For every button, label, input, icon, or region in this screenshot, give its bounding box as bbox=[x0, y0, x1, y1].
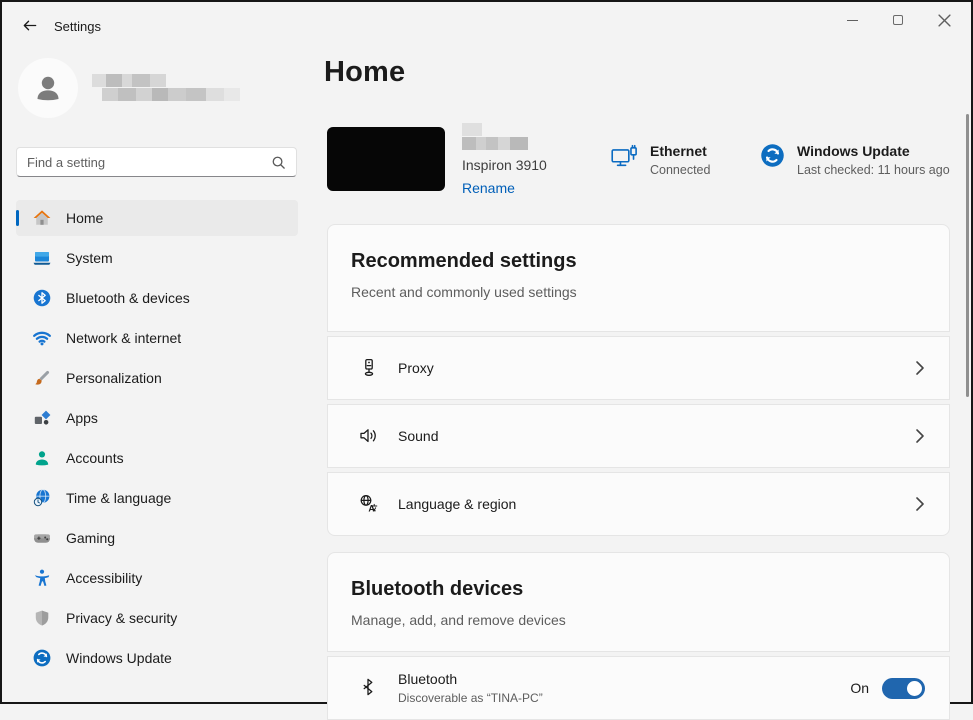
sidebar-item-apps[interactable]: Apps bbox=[16, 400, 298, 436]
sidebar-item-windows-update[interactable]: Windows Update bbox=[16, 640, 298, 676]
device-thumbnail bbox=[327, 127, 445, 191]
accessibility-icon bbox=[32, 568, 52, 588]
page-title: Home bbox=[324, 56, 406, 88]
row-sublabel: Discoverable as “TINA-PC” bbox=[398, 691, 543, 705]
bluetooth-toggle[interactable] bbox=[882, 677, 925, 699]
recommended-settings-card: Recommended settings Recent and commonly… bbox=[327, 224, 950, 332]
back-arrow-icon bbox=[21, 17, 38, 34]
sidebar-item-time-language[interactable]: Time & language bbox=[16, 480, 298, 516]
sidebar-item-accessibility[interactable]: Accessibility bbox=[16, 560, 298, 596]
device-info: Inspiron 3910 Rename bbox=[462, 123, 547, 196]
sidebar-item-accounts[interactable]: Accounts bbox=[16, 440, 298, 476]
sidebar-item-system[interactable]: System bbox=[16, 240, 298, 276]
personalization-icon bbox=[32, 368, 52, 388]
user-profile[interactable] bbox=[18, 58, 240, 118]
status-title: Ethernet bbox=[650, 143, 707, 159]
group-subtitle: Manage, add, and remove devices bbox=[351, 612, 566, 628]
minimize-icon bbox=[846, 19, 858, 21]
sidebar-item-privacy-security[interactable]: Privacy & security bbox=[16, 600, 298, 636]
row-bluetooth[interactable]: Bluetooth Discoverable as “TINA-PC” On bbox=[327, 656, 950, 720]
vertical-scrollbar-thumb[interactable] bbox=[966, 114, 969, 397]
bluetooth-devices-card: Bluetooth devices Manage, add, and remov… bbox=[327, 552, 950, 652]
window-controls bbox=[829, 2, 967, 38]
sidebar-item-gaming[interactable]: Gaming bbox=[16, 520, 298, 556]
row-label: Language & region bbox=[398, 496, 517, 512]
status-subtitle: Last checked: 11 hours ago bbox=[797, 163, 950, 177]
maximize-button[interactable] bbox=[875, 2, 921, 38]
maximize-icon bbox=[893, 15, 903, 25]
chevron-right-icon bbox=[915, 428, 925, 444]
row-label: Proxy bbox=[398, 360, 434, 376]
network-icon bbox=[32, 328, 52, 348]
windows-update-icon bbox=[760, 143, 785, 168]
group-title: Recommended settings bbox=[351, 250, 577, 272]
status-ethernet[interactable]: Ethernet Connected bbox=[610, 143, 710, 177]
ethernet-icon bbox=[610, 143, 638, 173]
apps-icon bbox=[32, 408, 52, 428]
titlebar: Settings bbox=[2, 2, 971, 50]
selection-accent-bar bbox=[16, 210, 19, 226]
privacy-icon bbox=[32, 608, 52, 628]
row-label: Bluetooth bbox=[398, 671, 458, 687]
redacted-user-name bbox=[92, 74, 240, 102]
close-button[interactable] bbox=[921, 2, 967, 38]
search-box bbox=[16, 147, 297, 177]
search-icon bbox=[271, 155, 286, 170]
row-sound[interactable]: Sound bbox=[327, 404, 950, 468]
sound-icon bbox=[358, 425, 380, 447]
sidebar-item-personalization[interactable]: Personalization bbox=[16, 360, 298, 396]
rename-link[interactable]: Rename bbox=[462, 180, 547, 196]
language-region-icon: A bbox=[358, 493, 380, 515]
row-proxy[interactable]: Proxy bbox=[327, 336, 950, 400]
search-input[interactable] bbox=[19, 154, 271, 170]
group-title: Bluetooth devices bbox=[351, 578, 524, 600]
toggle-state-label: On bbox=[850, 680, 869, 696]
bluetooth-icon bbox=[32, 288, 52, 308]
home-icon bbox=[32, 208, 52, 228]
back-button[interactable] bbox=[12, 10, 46, 40]
status-windows-update[interactable]: Windows Update Last checked: 11 hours ag… bbox=[760, 143, 950, 177]
row-label: Sound bbox=[398, 428, 439, 444]
group-subtitle: Recent and commonly used settings bbox=[351, 284, 577, 300]
close-icon bbox=[937, 13, 951, 27]
avatar bbox=[18, 58, 78, 118]
sidebar-item-home[interactable]: Home bbox=[16, 200, 298, 236]
sidebar-item-network-internet[interactable]: Network & internet bbox=[16, 320, 298, 356]
app-title: Settings bbox=[54, 19, 101, 34]
row-language-region[interactable]: A Language & region bbox=[327, 472, 950, 536]
time-language-icon bbox=[32, 488, 52, 508]
minimize-button[interactable] bbox=[829, 2, 875, 38]
chevron-right-icon bbox=[915, 496, 925, 512]
proxy-icon bbox=[358, 357, 380, 379]
sidebar-item-label: Home bbox=[66, 210, 104, 226]
sidebar-nav: Home System Bluetooth & devices Network … bbox=[16, 200, 298, 680]
toggle-knob bbox=[907, 680, 922, 696]
gaming-icon bbox=[32, 528, 52, 548]
device-model: Inspiron 3910 bbox=[462, 157, 547, 173]
accounts-icon bbox=[32, 448, 52, 468]
status-subtitle: Connected bbox=[650, 163, 711, 177]
redacted-device-name bbox=[462, 123, 547, 150]
bluetooth-glyph-icon bbox=[358, 677, 380, 699]
status-title: Windows Update bbox=[797, 143, 910, 159]
chevron-right-icon bbox=[915, 360, 925, 376]
windows-update-icon bbox=[32, 648, 52, 668]
sidebar-item-bluetooth-devices[interactable]: Bluetooth & devices bbox=[16, 280, 298, 316]
system-icon bbox=[32, 248, 52, 268]
